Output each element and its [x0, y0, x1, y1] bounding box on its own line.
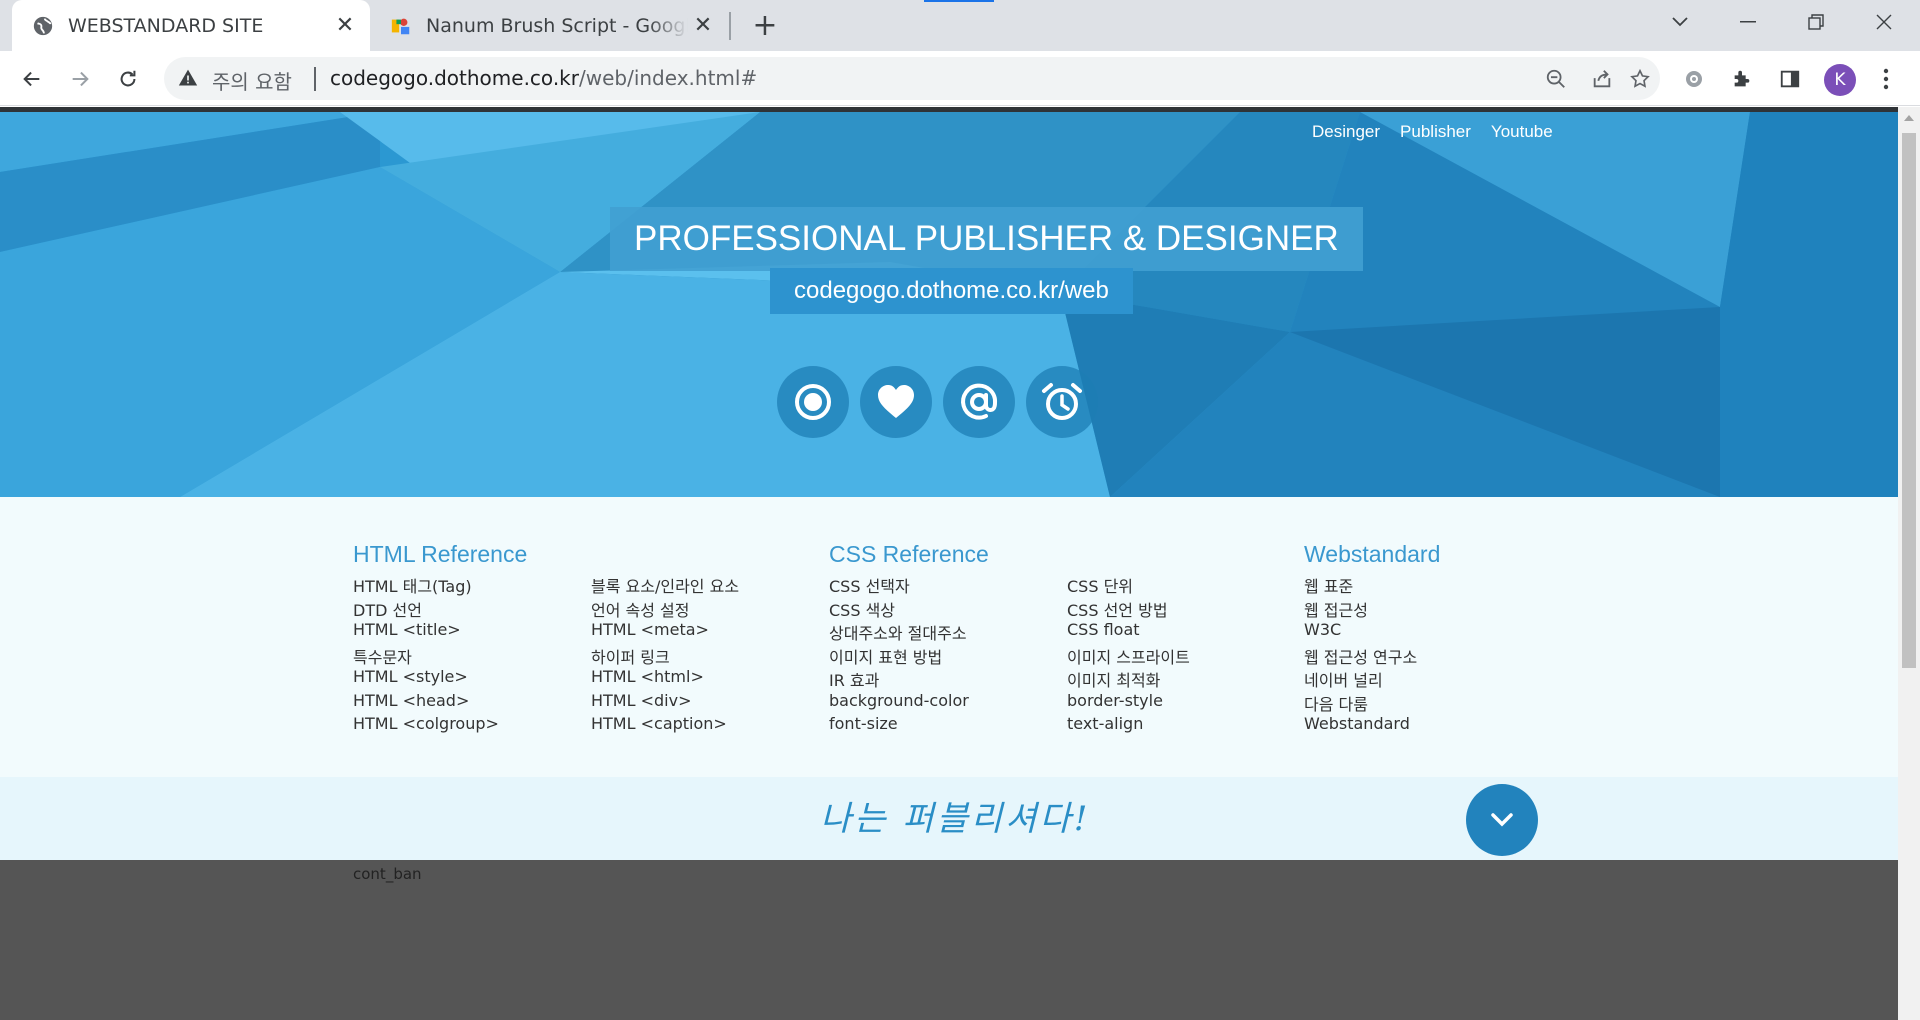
- top-nav: Desinger Publisher Youtube: [1312, 122, 1553, 142]
- cont-ban-label: cont_ban: [353, 865, 422, 883]
- list-item[interactable]: HTML <caption>: [591, 714, 739, 738]
- list-item[interactable]: HTML <meta>: [591, 620, 739, 644]
- list-item[interactable]: 네이버 널리: [1304, 667, 1417, 691]
- list-item[interactable]: HTML <html>: [591, 667, 739, 691]
- nav-youtube[interactable]: Youtube: [1491, 122, 1553, 142]
- page-viewport: Desinger Publisher Youtube PROFESSIONAL …: [0, 107, 1898, 1020]
- list-item[interactable]: font-size: [829, 714, 969, 738]
- list-item[interactable]: CSS 색상: [829, 597, 969, 621]
- list-item[interactable]: 웹 접근성: [1304, 597, 1417, 621]
- tab-google-fonts[interactable]: Nanum Brush Script - Google Fonts ✕: [376, 0, 728, 51]
- list-item[interactable]: CSS 선택자: [829, 573, 969, 597]
- reload-icon[interactable]: [110, 61, 146, 97]
- menu-kebab-icon[interactable]: [1868, 61, 1904, 97]
- link-list: CSS 단위 CSS 선언 방법 CSS float 이미지 스프라이트 이미지…: [1067, 573, 1190, 738]
- list-item[interactable]: CSS 선언 방법: [1067, 597, 1190, 621]
- security-label[interactable]: 주의 요함: [212, 66, 292, 95]
- list-item[interactable]: text-align: [1067, 714, 1190, 738]
- list-item[interactable]: W3C: [1304, 620, 1417, 644]
- list-item[interactable]: 상대주소와 절대주소: [829, 620, 969, 644]
- alarm-clock-icon[interactable]: [1026, 366, 1098, 438]
- reference-section: HTML Reference HTML 태그(Tag) DTD 선언 HTML …: [0, 497, 1898, 777]
- list-item[interactable]: 언어 속성 설정: [591, 597, 739, 621]
- link-list: CSS 선택자 CSS 색상 상대주소와 절대주소 이미지 표현 방법 IR 효…: [829, 573, 969, 738]
- browser-toolbar: 주의 요함 codegogo.dothome.co.kr/web/index.h…: [0, 51, 1920, 106]
- section-title[interactable]: HTML Reference: [353, 541, 527, 568]
- new-tab-icon[interactable]: +: [748, 8, 782, 43]
- list-item[interactable]: 이미지 최적화: [1067, 667, 1190, 691]
- link-list: 웹 표준 웹 접근성 W3C 웹 접근성 연구소 네이버 널리 다음 다룸 We…: [1304, 573, 1417, 738]
- list-item[interactable]: HTML <colgroup>: [353, 714, 499, 738]
- list-item[interactable]: Webstandard: [1304, 714, 1417, 738]
- list-item[interactable]: 웹 접근성 연구소: [1304, 644, 1417, 668]
- hero-subline: codegogo.dothome.co.kr/web: [770, 268, 1133, 314]
- forward-icon[interactable]: [62, 61, 98, 97]
- scrollbar-thumb[interactable]: [1902, 133, 1916, 668]
- tab-search-icon[interactable]: [1652, 0, 1708, 44]
- list-item[interactable]: HTML 태그(Tag): [353, 573, 499, 597]
- tab-strip: WEBSTANDARD SITE ✕ Nanum Brush Script - …: [0, 0, 1920, 51]
- minimize-icon[interactable]: [1720, 0, 1776, 44]
- address-bar[interactable]: 주의 요함 codegogo.dothome.co.kr/web/index.h…: [164, 57, 1660, 100]
- nav-publisher[interactable]: Publisher: [1400, 122, 1471, 142]
- nav-designer[interactable]: Desinger: [1312, 122, 1380, 142]
- record-icon[interactable]: [777, 366, 849, 438]
- tab-webstandard[interactable]: WEBSTANDARD SITE ✕: [12, 0, 370, 51]
- vertical-scrollbar[interactable]: [1898, 107, 1920, 1020]
- list-item[interactable]: 블록 요소/인라인 요소: [591, 573, 739, 597]
- google-fonts-icon: [390, 15, 412, 37]
- list-item[interactable]: 특수문자: [353, 644, 499, 668]
- loading-indicator: [924, 0, 994, 2]
- section-title[interactable]: CSS Reference: [829, 541, 989, 568]
- tab-separator: [729, 12, 731, 40]
- bookmark-star-icon[interactable]: [1626, 65, 1654, 93]
- heart-icon[interactable]: [860, 366, 932, 438]
- slogan-text: 나는 퍼블리셔다!: [820, 799, 1091, 839]
- chevron-down-icon: [1491, 813, 1513, 827]
- at-icon[interactable]: [943, 366, 1015, 438]
- list-item[interactable]: HTML <title>: [353, 620, 499, 644]
- side-panel-icon[interactable]: [1772, 61, 1808, 97]
- globe-icon: [32, 15, 54, 37]
- list-item[interactable]: 웹 표준: [1304, 573, 1417, 597]
- list-item[interactable]: HTML <style>: [353, 667, 499, 691]
- list-item[interactable]: background-color: [829, 691, 969, 715]
- profile-avatar[interactable]: K: [1824, 64, 1856, 96]
- list-item[interactable]: IR 효과: [829, 667, 969, 691]
- scroll-down-button[interactable]: [1466, 784, 1538, 856]
- slogan-banner: 나는 퍼블리셔다!: [0, 777, 1898, 860]
- back-icon[interactable]: [14, 61, 50, 97]
- close-tab-icon[interactable]: ✕: [330, 11, 360, 41]
- list-item[interactable]: 이미지 표현 방법: [829, 644, 969, 668]
- section-title[interactable]: Webstandard: [1304, 541, 1440, 568]
- hero-headline: PROFESSIONAL PUBLISHER & DESIGNER: [610, 207, 1363, 271]
- list-item[interactable]: 이미지 스프라이트: [1067, 644, 1190, 668]
- list-item[interactable]: border-style: [1067, 691, 1190, 715]
- list-item[interactable]: DTD 선언: [353, 597, 499, 621]
- warning-icon[interactable]: [178, 68, 198, 92]
- close-window-icon[interactable]: [1856, 0, 1912, 44]
- close-tab-icon[interactable]: ✕: [688, 11, 718, 41]
- extension-gear-icon[interactable]: [1676, 61, 1712, 97]
- list-item[interactable]: HTML <div>: [591, 691, 739, 715]
- scroll-up-arrow-icon[interactable]: [1898, 107, 1920, 129]
- url-text[interactable]: codegogo.dothome.co.kr/web/index.html#: [330, 66, 757, 90]
- list-item[interactable]: 하이퍼 링크: [591, 644, 739, 668]
- hero-banner: Desinger Publisher Youtube PROFESSIONAL …: [0, 112, 1898, 497]
- list-item[interactable]: 다음 다룸: [1304, 691, 1417, 715]
- list-item[interactable]: HTML <head>: [353, 691, 499, 715]
- link-list: HTML 태그(Tag) DTD 선언 HTML <title> 특수문자 HT…: [353, 573, 499, 738]
- tab-title: Nanum Brush Script - Google Fonts: [426, 14, 688, 37]
- link-list: 블록 요소/인라인 요소 언어 속성 설정 HTML <meta> 하이퍼 링크…: [591, 573, 739, 738]
- zoom-out-icon[interactable]: [1542, 65, 1570, 93]
- tab-title: WEBSTANDARD SITE: [68, 14, 264, 37]
- share-icon[interactable]: [1588, 65, 1616, 93]
- extensions-puzzle-icon[interactable]: [1724, 61, 1760, 97]
- list-item[interactable]: CSS float: [1067, 620, 1190, 644]
- restore-icon[interactable]: [1788, 0, 1844, 44]
- omnibox-divider: [314, 67, 316, 91]
- list-item[interactable]: CSS 단위: [1067, 573, 1190, 597]
